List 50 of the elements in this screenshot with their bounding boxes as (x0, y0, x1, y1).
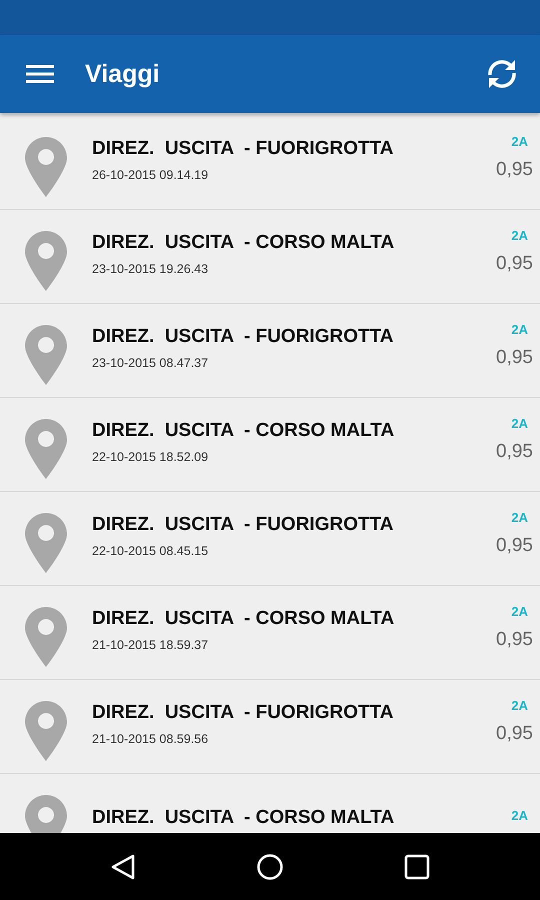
ticket-class: 2A (511, 510, 529, 525)
trip-title: DIREZ. USCITA - CORSO MALTA (92, 420, 396, 442)
trip-title: DIREZ. USCITA - FUORIGROTTA (92, 514, 395, 536)
ticket-class: 2A (511, 416, 529, 431)
trip-row[interactable]: DIREZ. USCITA - FUORIGROTTA 23-10-2015 08.47.37 2A 0,95 (0, 304, 540, 398)
ticket-class: 2A (511, 698, 529, 713)
ticket-class: 2A (511, 322, 529, 337)
location-pin-icon (25, 418, 67, 478)
trip-price: 0,95 (496, 253, 533, 275)
trip-datetime: 26-10-2015 09.14.19 (92, 168, 210, 182)
trip-title: DIREZ. USCITA - CORSO MALTA (92, 608, 396, 630)
trip-title: DIREZ. USCITA - FUORIGROTTA (92, 326, 395, 348)
trip-price: 0,95 (496, 535, 533, 557)
location-pin-icon (25, 324, 67, 384)
trip-title: DIREZ. USCITA - CORSO MALTA (92, 232, 396, 254)
refresh-icon[interactable] (485, 57, 519, 91)
location-pin-icon (25, 512, 67, 572)
trip-row[interactable]: DIREZ. USCITA - CORSO MALTA 23-10-2015 19.26.43 2A 0,95 (0, 210, 540, 304)
trip-datetime: 21-10-2015 18.59.37 (92, 638, 210, 652)
ticket-class: 2A (511, 604, 529, 619)
location-pin-icon (25, 230, 67, 290)
ticket-class: 2A (511, 808, 529, 823)
trip-datetime: 23-10-2015 08.47.37 (92, 356, 210, 370)
trip-row[interactable]: DIREZ. USCITA - FUORIGROTTA 26-10-2015 09.14.19 2A 0,95 (0, 116, 540, 210)
menu-icon[interactable] (26, 64, 54, 84)
location-pin-icon (25, 606, 67, 666)
recents-icon[interactable] (404, 854, 430, 880)
ticket-class: 2A (511, 228, 529, 243)
trip-row[interactable]: DIREZ. USCITA - FUORIGROTTA 21-10-2015 08.59.56 2A 0,95 (0, 680, 540, 774)
trip-row[interactable]: DIREZ. USCITA - CORSO MALTA 21-10-2015 18.59.37 2A 0,95 (0, 586, 540, 680)
trip-datetime: 22-10-2015 18.52.09 (92, 450, 210, 464)
trip-price: 0,95 (496, 441, 533, 463)
trip-datetime: 22-10-2015 08.45.15 (92, 544, 210, 558)
trip-row[interactable]: DIREZ. USCITA - CORSO MALTA 22-10-2015 18.52.09 2A 0,95 (0, 398, 540, 492)
trip-price: 0,95 (496, 159, 533, 181)
trip-datetime: 23-10-2015 19.26.43 (92, 262, 210, 276)
ticket-class: 2A (511, 134, 529, 149)
location-pin-icon (25, 136, 67, 196)
home-icon[interactable] (256, 852, 284, 880)
trip-price: 0,95 (496, 347, 533, 369)
screen-title: Viaggi (85, 60, 161, 88)
trip-price: 0,95 (496, 723, 533, 745)
back-icon[interactable] (110, 852, 136, 880)
trip-title: DIREZ. USCITA - CORSO MALTA (92, 806, 396, 828)
location-pin-icon (25, 700, 67, 760)
trip-title: DIREZ. USCITA - FUORIGROTTA (92, 702, 395, 724)
trip-row[interactable]: DIREZ. USCITA - FUORIGROTTA 22-10-2015 08.45.15 2A 0,95 (0, 492, 540, 586)
trip-price: 0,95 (496, 629, 533, 651)
trip-datetime: 21-10-2015 08.59.56 (92, 732, 210, 746)
trip-title: DIREZ. USCITA - FUORIGROTTA (92, 138, 395, 160)
